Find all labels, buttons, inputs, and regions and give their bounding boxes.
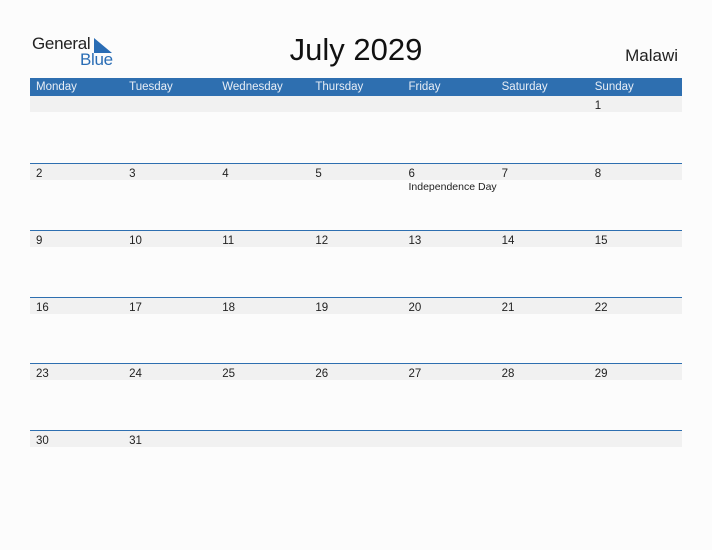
day-cell: 30 [30,431,123,447]
day-number: 24 [129,368,142,380]
day-number: 11 [222,235,235,247]
day-cell: 13 [403,231,496,247]
day-number: 19 [315,302,329,314]
day-cell [496,96,589,112]
weekday-sunday: Sunday [594,81,634,93]
day-cell: 17 [123,298,216,314]
day-cell: 19 [309,298,402,314]
day-cell: 1 [589,96,682,112]
day-number: 1 [594,100,602,112]
day-cell: 28 [496,364,589,380]
day-cell [403,96,496,112]
day-cell: 11 [216,231,309,247]
day-cell [309,96,402,112]
day-cell [30,96,123,112]
day-number: 5 [315,168,322,180]
day-cell: 8 [589,164,682,180]
day-number: 15 [594,235,608,247]
day-number: 2 [36,168,43,180]
day-cell: 26 [309,364,402,380]
day-cell: 20 [403,298,496,314]
day-cell: 9 [30,231,123,247]
day-number: 9 [36,235,43,247]
day-cell: 6 Independence Day [403,164,497,193]
day-number: 22 [594,302,608,314]
day-number: 16 [36,302,49,314]
day-number: 3 [129,168,136,180]
day-cell [216,431,309,447]
day-cell: 31 [123,431,216,447]
day-cell [589,431,682,447]
week-row: 9 10 11 12 13 14 15 [30,230,682,247]
day-cell: 24 [123,364,216,380]
weekday-thursday: Thursday [315,81,364,93]
day-number: 4 [222,168,229,180]
weekday-friday: Friday [408,81,441,93]
day-cell: 5 [309,164,402,180]
day-number: 26 [315,368,329,380]
day-cell: 22 [589,298,682,314]
day-cell: 18 [216,298,309,314]
weekday-monday: Monday [36,81,77,93]
weekday-wednesday: Wednesday [222,81,283,93]
day-number: 21 [501,302,515,314]
calendar-title: July 2029 [289,32,423,67]
day-number: 6 [408,168,415,180]
day-number: 31 [129,435,142,447]
weekday-header: Monday Tuesday Wednesday Thursday Friday… [30,78,682,96]
day-number: 12 [315,235,329,247]
day-cell [216,96,309,112]
day-number: 20 [408,302,422,314]
week-row: 1 [30,96,682,112]
day-number: 27 [408,368,422,380]
day-cell: 29 [589,364,682,380]
country-label: Malawi [625,46,678,65]
day-cell: 12 [309,231,402,247]
day-cell: 21 [496,298,589,314]
day-cell [403,431,496,447]
day-cell: 27 [403,364,496,380]
week-row: 23 24 25 26 27 28 29 [30,363,682,380]
day-cell: 16 [30,298,123,314]
day-number: 17 [129,302,142,314]
day-cell: 25 [216,364,309,380]
week-row: 16 17 18 19 20 21 22 [30,297,682,314]
day-number: 30 [36,435,49,447]
day-number: 25 [222,368,236,380]
day-cell: 7 [496,164,589,180]
day-cell: 4 [216,164,309,180]
day-number: 14 [501,235,515,247]
day-number: 29 [594,368,608,380]
holiday-event: Independence Day [408,181,497,193]
day-number: 10 [129,235,142,247]
day-cell [309,431,402,447]
day-cell: 23 [30,364,123,380]
day-cell: 10 [123,231,216,247]
day-cell [123,96,216,112]
day-cell: 2 [30,164,123,180]
day-number: 28 [501,368,515,380]
day-cell [496,431,589,447]
weekday-saturday: Saturday [501,81,548,93]
day-cell: 14 [496,231,589,247]
week-row: 2 3 4 5 6 Independence Day 7 8 [30,163,682,193]
week-row: 30 31 [30,430,682,447]
day-number: 7 [501,168,509,180]
day-number: 13 [408,235,422,247]
day-number: 18 [222,302,236,314]
day-number: 23 [36,368,49,380]
day-cell: 15 [589,231,682,247]
day-number: 8 [594,168,602,180]
weekday-tuesday: Tuesday [129,81,173,93]
day-cell: 3 [123,164,216,180]
